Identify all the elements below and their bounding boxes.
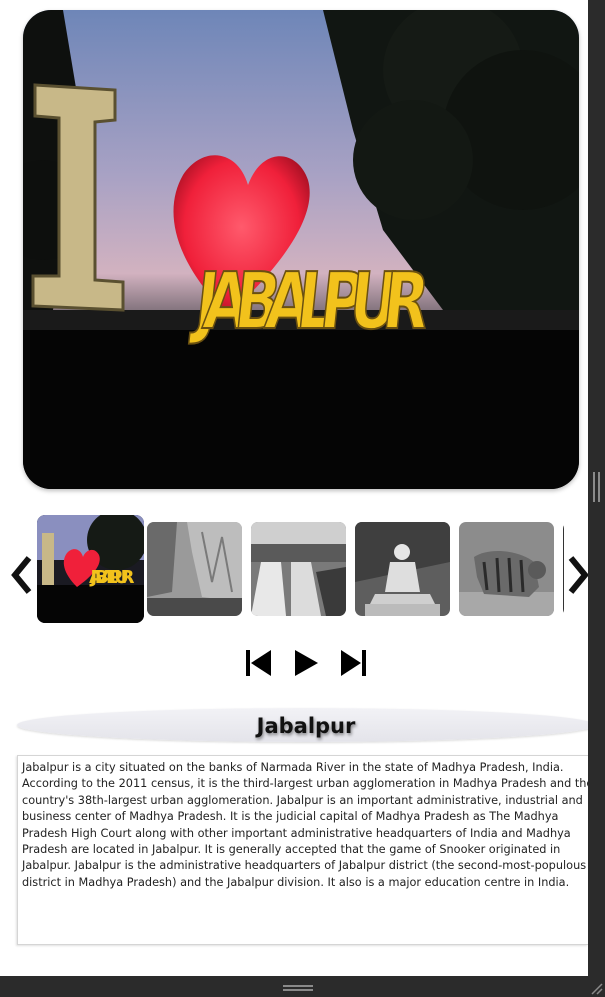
- bottom-resize-handle[interactable]: [283, 985, 313, 991]
- thumbnail-strip: JABALPUR: [37, 515, 564, 623]
- previous-thumbnail-button[interactable]: [9, 548, 35, 602]
- skip-previous-icon: [246, 650, 271, 676]
- thumb-partial[interactable]: [563, 522, 564, 616]
- chevron-left-icon: [11, 556, 32, 594]
- thumb-dhuandhar-falls[interactable]: [251, 522, 346, 616]
- resize-corner-icon[interactable]: [589, 981, 603, 995]
- play-button[interactable]: [288, 645, 324, 681]
- thumb-tiger[interactable]: [459, 522, 554, 616]
- city-title: Jabalpur: [256, 714, 356, 738]
- skip-previous-button[interactable]: [240, 645, 276, 681]
- skip-next-icon: [341, 650, 366, 676]
- thumb-jabalpur-sign[interactable]: JABALPUR: [37, 515, 144, 623]
- svg-text:JABALPUR: JABALPUR: [188, 257, 433, 347]
- thumb-shiva-statue[interactable]: [355, 522, 450, 616]
- play-icon: [295, 650, 318, 676]
- slideshow-controls: [240, 645, 372, 681]
- side-resize-handle[interactable]: [593, 472, 600, 502]
- thumb-marble-rocks[interactable]: [147, 522, 242, 616]
- skip-next-button[interactable]: [336, 645, 372, 681]
- svg-text:JABALPUR: JABALPUR: [89, 567, 135, 588]
- main-image: JABALPUR: [23, 10, 579, 489]
- description-box[interactable]: Jabalpur is a city situated on the banks…: [17, 755, 588, 945]
- city-description: Jabalpur is a city situated on the banks…: [22, 761, 588, 889]
